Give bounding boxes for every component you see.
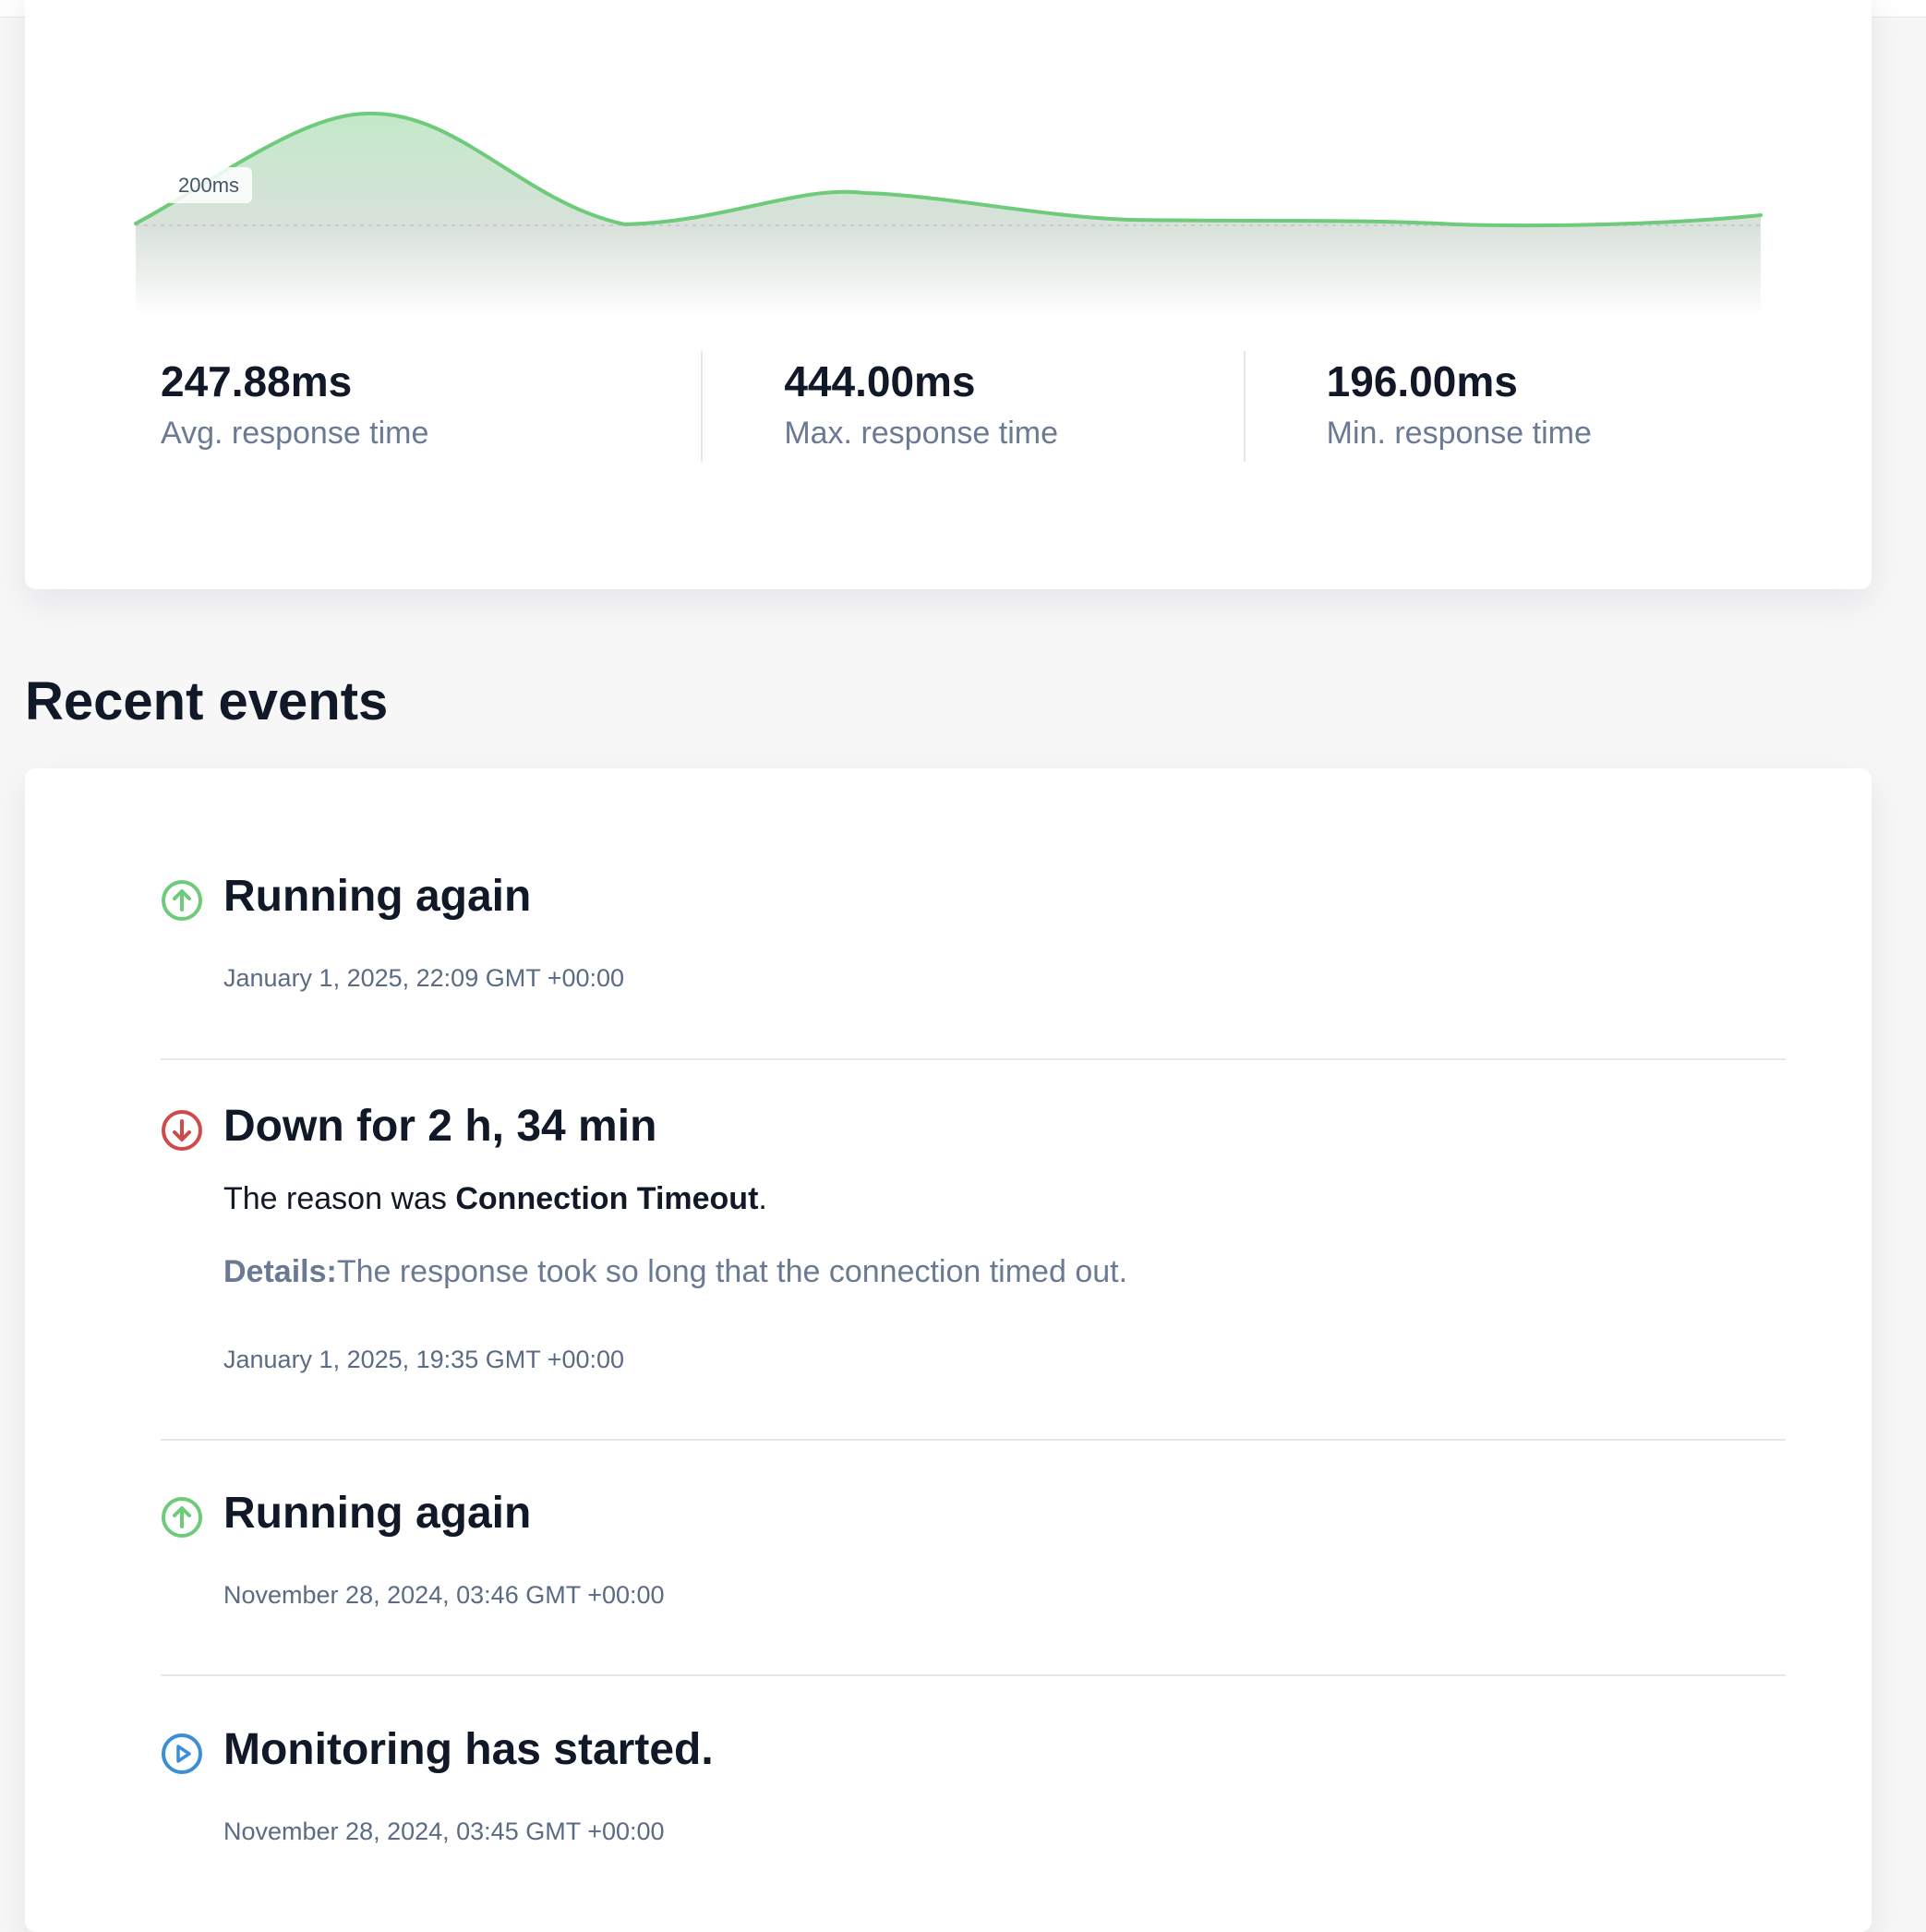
events-list: Running again January 1, 2025, 22:09 GMT…	[161, 768, 1786, 1932]
event-time: January 1, 2025, 22:09 GMT +00:00	[223, 964, 625, 992]
stat-value: 247.88ms	[161, 357, 353, 405]
recent-events-card: Running again January 1, 2025, 22:09 GMT…	[25, 768, 1872, 1932]
event-reason: The reason was Connection Timeout.	[223, 1181, 767, 1217]
play-circle-icon	[161, 1733, 203, 1775]
reason-prefix: The reason was	[223, 1181, 456, 1216]
event-title: Running again	[223, 872, 532, 921]
event-time: November 28, 2024, 03:46 GMT +00:00	[223, 1581, 665, 1609]
stat-avg: 247.88ms Avg. response time	[161, 351, 701, 462]
details-text: The response took so long that the conne…	[336, 1254, 1128, 1289]
reason-value: Connection Timeout	[455, 1181, 759, 1216]
reason-suffix: .	[758, 1181, 767, 1216]
response-time-card: 200ms 247.88ms Avg. response time 444.00…	[25, 0, 1872, 589]
stat-label: Min. response time	[1326, 416, 1592, 451]
event-details: Details:The response took so long that t…	[223, 1254, 1127, 1290]
stat-value: 196.00ms	[1326, 357, 1518, 405]
stat-max: 444.00ms Max. response time	[701, 351, 1243, 462]
event-title: Down for 2 h, 34 min	[223, 1102, 657, 1151]
response-time-area	[136, 113, 1761, 314]
stat-label: Max. response time	[784, 416, 1058, 451]
stats-row: 247.88ms Avg. response time 444.00ms Max…	[161, 351, 1786, 462]
arrow-up-circle-icon	[161, 1496, 203, 1539]
response-time-chart	[134, 111, 1763, 314]
stat-min: 196.00ms Min. response time	[1243, 351, 1786, 462]
arrow-up-circle-icon	[161, 879, 203, 922]
event-title: Monitoring has started.	[223, 1725, 714, 1774]
event-title: Running again	[223, 1489, 532, 1538]
stat-value: 444.00ms	[784, 357, 976, 405]
arrow-down-circle-icon	[161, 1109, 203, 1152]
stat-label: Avg. response time	[161, 416, 429, 451]
section-title: Recent events	[25, 671, 389, 731]
event-time: January 1, 2025, 19:35 GMT +00:00	[223, 1346, 625, 1373]
details-label: Details:	[223, 1254, 337, 1289]
event-time: November 28, 2024, 03:45 GMT +00:00	[223, 1817, 665, 1845]
threshold-label: 200ms	[165, 167, 253, 203]
